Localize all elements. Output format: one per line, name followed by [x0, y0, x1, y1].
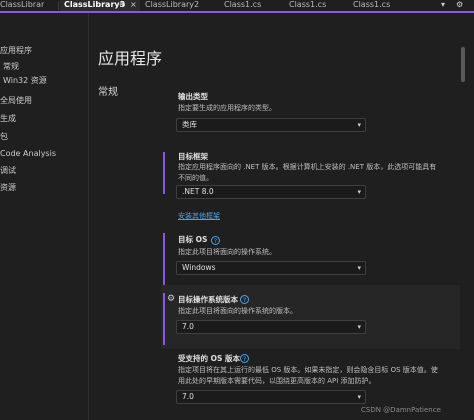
modified-indicator-bar [163, 293, 165, 345]
install-other-frameworks-link[interactable]: 安装其他框架 [178, 211, 220, 221]
page-title: 应用程序 [98, 49, 163, 68]
target-framework-label: 目标框架 [178, 152, 208, 161]
sidebar-item-general[interactable]: 常规 [3, 62, 19, 72]
sidebar-item-code-analysis[interactable]: Code Analysis [0, 149, 56, 159]
vertical-scrollbar[interactable] [460, 36, 466, 416]
target-os-version-select[interactable]: 7.0 ▾ [176, 320, 366, 334]
properties-panel: 应用程序 常规 输出类型 指定要生成的应用程序的类型。 类库 ▾ 目标框架 指定… [89, 13, 474, 420]
sidebar-nav: 应用程序 常规 Win32 资源 全局使用 生成 包 Code Analysis… [0, 13, 88, 420]
tab-label: Class1.cs [224, 0, 262, 9]
target-os-select[interactable]: Windows ▾ [176, 261, 366, 275]
gear-icon: ⚙ [167, 294, 176, 304]
tab-label: ClassLibrary3 [0, 0, 44, 9]
supported-os-version-select[interactable]: 7.0 ▾ [176, 390, 366, 404]
pin-icon[interactable]: ⊕ [119, 0, 126, 10]
target-os-label: 目标 OS [178, 235, 208, 244]
supported-os-version-value: 7.0 [182, 392, 194, 401]
tab-label: ClassLibrary3 [64, 0, 126, 9]
tab-class1-cs-1[interactable]: Class1.cs [224, 0, 274, 11]
supported-os-version-description: 指定项目将在其上运行的最低 OS 版本。如果未指定，则会隐含目标 OS 版本值。… [178, 366, 438, 385]
target-os-version-description: 指定此项目将面向的操作系统的版本。 [178, 307, 297, 315]
tab-classlibrary2[interactable]: ClassLibrary2 [145, 0, 205, 11]
close-icon[interactable]: × [130, 0, 137, 10]
chevron-down-icon: ▾ [357, 121, 361, 129]
sidebar-item-debug[interactable]: 调试 [0, 166, 16, 176]
target-os-description: 指定此项目将面向的操作系统。 [178, 248, 276, 256]
target-os-value: Windows [182, 263, 216, 272]
chevron-down-icon: ▾ [357, 323, 361, 331]
scrollbar-thumb[interactable] [461, 47, 465, 82]
tab-classlibrary3-project[interactable]: ClassLibrary3 [0, 0, 44, 11]
tab-label: Class1.cs [353, 0, 391, 9]
section-title-general: 常规 [98, 87, 118, 98]
modified-indicator-bar [163, 233, 165, 287]
tab-label: Class1.cs [289, 0, 327, 9]
output-type-description: 指定要生成的应用程序的类型。 [178, 104, 276, 112]
chevron-down-icon: ▾ [357, 393, 361, 401]
target-framework-description: 指定应用程序面向的 .NET 版本。根据计算机上安装的 .NET 版本，此选项可… [178, 163, 437, 182]
output-type-select[interactable]: 类库 ▾ [176, 118, 366, 132]
target-framework-select[interactable]: .NET 8.0 ▾ [176, 185, 366, 199]
help-icon[interactable]: ? [240, 354, 249, 363]
output-type-value: 类库 [182, 120, 197, 129]
target-os-version-label: 目标操作系统版本 [178, 295, 238, 304]
watermark: CSDN @DamnPatience [361, 406, 441, 414]
tab-label: ClassLibrary2 [145, 0, 200, 9]
sidebar-item-application[interactable]: 应用程序 [0, 46, 32, 56]
sidebar-item-package[interactable]: 包 [0, 132, 8, 142]
gear-icon[interactable]: ⚙ [456, 0, 463, 10]
output-type-label: 输出类型 [178, 92, 208, 101]
chevron-down-icon: ▾ [357, 188, 361, 196]
tab-class1-cs-3[interactable]: Class1.cs [353, 0, 403, 11]
sidebar-item-resources[interactable]: 资源 [0, 183, 16, 193]
sidebar-item-build[interactable]: 生成 [0, 114, 16, 124]
modified-indicator-bar [163, 152, 165, 194]
chevron-down-icon[interactable]: ▾ [441, 0, 445, 10]
chevron-down-icon: ▾ [357, 264, 361, 272]
target-os-version-value: 7.0 [182, 322, 194, 331]
supported-os-version-label: 受支持的 OS 版本 [178, 354, 240, 363]
sidebar-item-global-usings[interactable]: 全局使用 [0, 96, 32, 106]
sidebar-item-win32-resources[interactable]: Win32 资源 [3, 76, 47, 86]
help-icon[interactable]: ? [240, 295, 249, 304]
tab-classlibrary3-active[interactable]: ClassLibrary3 [60, 0, 140, 11]
tab-separator [58, 1, 59, 10]
target-framework-value: .NET 8.0 [182, 187, 214, 196]
tab-class1-cs-2[interactable]: Class1.cs [289, 0, 339, 11]
help-icon[interactable]: ? [211, 236, 220, 245]
